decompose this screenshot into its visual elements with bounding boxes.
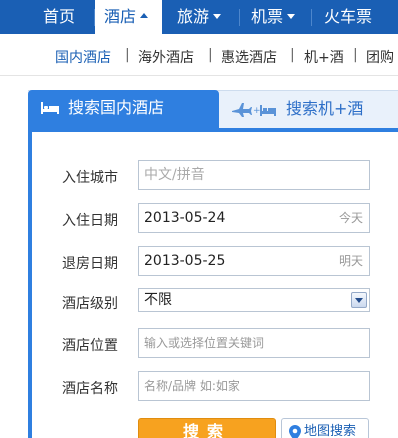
hotel-name-input[interactable]: 名称/品牌 如:如家 (138, 371, 370, 401)
subnav-domestic-hotels[interactable]: 国内酒店 (55, 47, 111, 67)
tab-flight-hotel-label: 搜索机+酒 (286, 99, 364, 118)
location-placeholder: 输入或选择位置关键词 (144, 336, 265, 350)
nav-divider (311, 9, 312, 26)
hotel-name-placeholder: 名称/品牌 如:如家 (144, 379, 240, 393)
checkin-date-input[interactable]: 2013-05-24 今天 (138, 203, 370, 233)
caret-up-icon (140, 13, 149, 18)
checkin-day-hint: 今天 (338, 211, 363, 225)
top-nav: 首页 酒店 旅游 机票 火车票 (0, 0, 398, 34)
checkin-date-value: 2013-05-24 (144, 210, 226, 226)
subnav-separator: | (208, 47, 213, 63)
subnav-separator: | (125, 47, 130, 63)
subnav-separator: | (290, 47, 295, 63)
nav-divider (239, 9, 240, 26)
chevron-down-icon (287, 14, 296, 19)
tab-flight-hotel-search[interactable]: + 搜索机+酒 (226, 91, 398, 129)
checkout-date-input[interactable]: 2013-05-25 明天 (138, 246, 370, 276)
bed-icon (41, 102, 59, 114)
checkout-day-hint: 明天 (338, 254, 363, 268)
checkout-date-value: 2013-05-25 (144, 253, 226, 269)
nav-travel-label: 旅游 (177, 7, 210, 26)
star-rating-value: 不限 (144, 292, 172, 308)
nav-flights[interactable]: 机票 (251, 0, 296, 34)
map-search-button[interactable]: 地图搜索 (281, 418, 369, 438)
map-search-label: 地图搜索 (304, 424, 357, 438)
nav-train[interactable]: 火车票 (324, 0, 372, 34)
svg-text:+: + (253, 106, 261, 116)
star-rating-select[interactable]: 不限 (138, 288, 370, 312)
city-label: 入住城市 (62, 170, 118, 186)
checkin-label: 入住日期 (62, 213, 118, 229)
subnav-group-buy[interactable]: 团购 (366, 47, 394, 67)
plane-bed-icon: + (232, 103, 276, 117)
subnav-flight-hotel[interactable]: 机+酒 (304, 47, 344, 67)
sub-nav: 国内酒店 | 海外酒店 | 惠选酒店 | 机+酒 | 团购 (0, 34, 398, 76)
chevron-down-icon (213, 14, 222, 19)
search-button[interactable]: 搜索 (138, 418, 276, 438)
hotel-name-label: 酒店名称 (62, 381, 118, 397)
nav-hotel-label: 酒店 (104, 7, 137, 26)
subnav-deal-hotels[interactable]: 惠选酒店 (221, 47, 277, 67)
nav-flights-label: 机票 (251, 7, 284, 26)
map-pin-icon (289, 425, 301, 438)
location-label: 酒店位置 (62, 338, 118, 354)
nav-travel[interactable]: 旅游 (177, 0, 222, 34)
subnav-separator: | (353, 47, 358, 63)
search-button-label: 搜索 (182, 422, 231, 438)
city-placeholder: 中文/拼音 (144, 167, 205, 183)
nav-home-label: 首页 (43, 7, 76, 26)
checkout-label: 退房日期 (62, 256, 118, 272)
nav-train-label: 火车票 (324, 7, 373, 26)
tab-domestic-hotel-label: 搜索国内酒店 (68, 98, 165, 117)
tab-domestic-hotel-search[interactable]: 搜索国内酒店 (28, 90, 219, 129)
city-input[interactable]: 中文/拼音 (138, 160, 370, 190)
nav-hotel[interactable]: 酒店 (95, 0, 162, 34)
subnav-overseas-hotels[interactable]: 海外酒店 (138, 47, 194, 67)
star-rating-label: 酒店级别 (62, 296, 118, 312)
nav-home[interactable]: 首页 (43, 0, 75, 34)
search-tabs: 搜索国内酒店 + 搜索机+酒 (28, 90, 398, 129)
location-input[interactable]: 输入或选择位置关键词 (138, 328, 370, 358)
chevron-down-icon (351, 292, 367, 308)
